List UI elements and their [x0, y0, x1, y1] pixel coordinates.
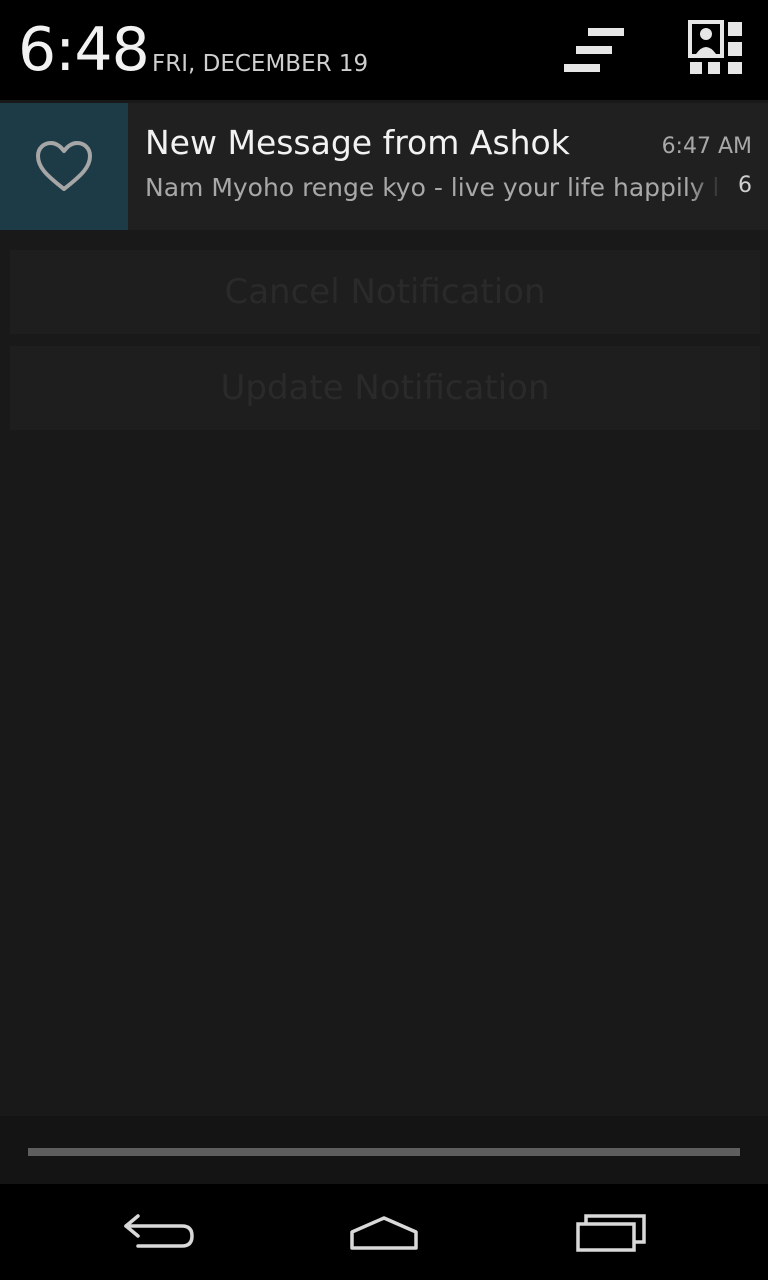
home-button[interactable] — [338, 1202, 430, 1262]
update-notification-button: Update Notification — [10, 346, 760, 430]
back-icon — [124, 1214, 194, 1248]
recents-button[interactable] — [564, 1202, 656, 1262]
shade-handle-area[interactable] — [0, 1116, 768, 1184]
clear-all-button[interactable] — [558, 22, 630, 78]
clock: 6:48 — [18, 15, 150, 85]
heart-icon — [36, 140, 92, 191]
notification-card[interactable]: New Message from Ashok 6:47 AM Nam Myoho… — [0, 103, 768, 230]
back-button[interactable] — [114, 1202, 206, 1262]
notification-time: 6:47 AM — [661, 134, 752, 159]
date: FRI, DECEMBER 19 — [152, 51, 369, 77]
notification-shade-header: 6:48 FRI, DECEMBER 19 — [0, 0, 768, 100]
notification-text-fade — [690, 169, 722, 209]
shade-drag-handle[interactable] — [28, 1148, 740, 1156]
quick-settings-icon — [688, 20, 742, 74]
screen: Cancel Notification Update Notification … — [0, 0, 768, 1280]
clear-all-icon — [564, 28, 624, 72]
notification-number: 6 — [738, 173, 752, 198]
cancel-notification-button: Cancel Notification — [10, 250, 760, 334]
notification-title: New Message from Ashok — [145, 123, 570, 162]
notification-text: Nam Myoho renge kyo - live your life hap… — [145, 173, 719, 202]
navigation-bar — [0, 1184, 768, 1280]
recents-icon — [576, 1214, 646, 1252]
quick-settings-button[interactable] — [688, 20, 746, 78]
home-icon — [350, 1216, 418, 1250]
notification-icon-box — [0, 103, 128, 230]
